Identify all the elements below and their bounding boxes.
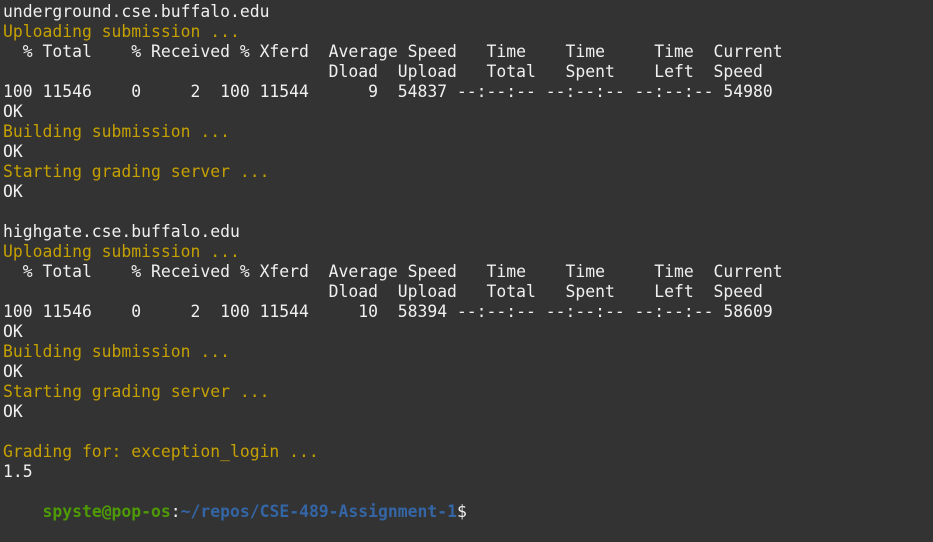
terminal-line: Uploading submission ... (3, 22, 240, 41)
terminal-line: Starting grading server ... (3, 382, 270, 401)
terminal-line: OK (3, 102, 23, 121)
terminal-line: Dload Upload Total Spent Left Speed (3, 282, 763, 301)
terminal-line: Grading for: exception_login ... (3, 442, 319, 461)
terminal-line: Building submission ... (3, 122, 230, 141)
terminal-line: OK (3, 322, 23, 341)
terminal-line: OK (3, 142, 23, 161)
terminal-line: Building submission ... (3, 342, 230, 361)
terminal-line: Dload Upload Total Spent Left Speed (3, 62, 763, 81)
prompt-separator: : (170, 502, 181, 521)
terminal-line: 100 11546 0 2 100 11544 10 58394 --:--:-… (3, 302, 773, 321)
terminal-line: 100 11546 0 2 100 11544 9 54837 --:--:--… (3, 82, 773, 101)
prompt-user-host: spyste@pop-os (42, 502, 171, 521)
terminal-line: Starting grading server ... (3, 162, 270, 181)
terminal-lines: underground.cse.buffalo.edu Uploading sub… (3, 2, 933, 482)
terminal-line: OK (3, 182, 23, 201)
terminal-line: OK (3, 402, 23, 421)
terminal-line: OK (3, 362, 23, 381)
terminal-line: % Total % Received % Xferd Average Speed… (3, 42, 783, 61)
shell-prompt[interactable]: spyste@pop-os:~/repos/CSE-489-Assignment… (3, 482, 933, 521)
terminal-line: 1.5 (3, 462, 33, 481)
terminal-line: Uploading submission ... (3, 242, 240, 261)
terminal-output[interactable]: underground.cse.buffalo.edu Uploading sub… (3, 2, 933, 521)
prompt-symbol: $ (456, 502, 467, 521)
terminal-line: underground.cse.buffalo.edu (3, 2, 270, 21)
prompt-path: ~/repos/CSE-489-Assignment-1 (180, 502, 457, 521)
terminal-line: % Total % Received % Xferd Average Speed… (3, 262, 783, 281)
terminal-line: highgate.cse.buffalo.edu (3, 222, 240, 241)
